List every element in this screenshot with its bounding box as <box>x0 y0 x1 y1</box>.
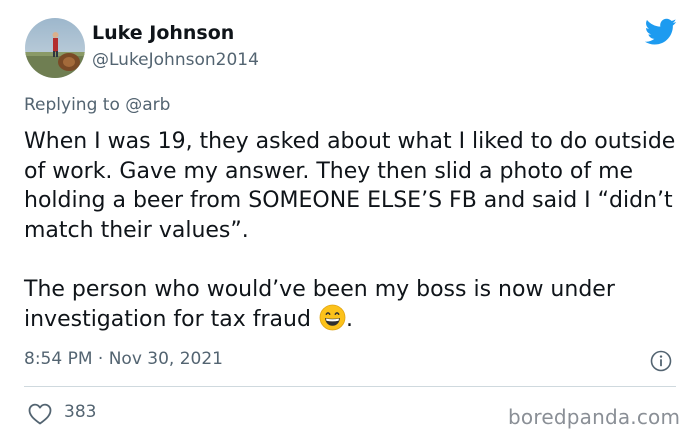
display-name[interactable]: Luke Johnson <box>92 22 234 44</box>
grinning-face-emoji-icon <box>319 304 346 331</box>
reply-target-link[interactable]: @arb <box>125 95 170 115</box>
heart-icon[interactable] <box>28 403 52 425</box>
tweet-text: When I was 19, they asked about what I l… <box>24 127 684 335</box>
tweet-paragraph-1: When I was 19, they asked about what I l… <box>24 129 676 243</box>
user-handle[interactable]: @LukeJohnson2014 <box>92 50 259 70</box>
divider <box>24 386 676 387</box>
tweet-paragraph-2-end: . <box>345 307 353 332</box>
avatar-photo <box>25 18 85 78</box>
tweet-timestamp[interactable]: 8:54 PM · Nov 30, 2021 <box>24 349 223 369</box>
avatar[interactable] <box>25 18 85 78</box>
like-count[interactable]: 383 <box>64 402 96 422</box>
reply-prefix: Replying to <box>24 95 120 115</box>
info-icon[interactable] <box>650 350 672 372</box>
reply-context: Replying to @arb <box>24 95 170 115</box>
watermark: boredpanda.com <box>508 405 681 429</box>
twitter-bird-icon[interactable] <box>644 18 677 46</box>
tweet-paragraph-2: The person who would’ve been my boss is … <box>24 275 684 335</box>
tweet-card: Luke Johnson @LukeJohnson2014 Replying t… <box>0 0 700 441</box>
